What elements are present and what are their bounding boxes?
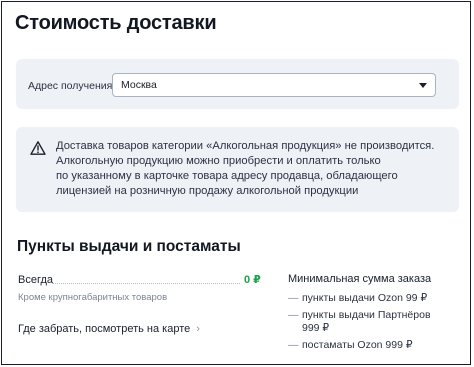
- address-select[interactable]: Москва: [112, 73, 436, 97]
- min-order-item: — пункты выдачи Ozon 99 ₽: [288, 292, 468, 305]
- pickup-section-title: Пункты выдачи и постаматы: [17, 238, 241, 255]
- notice-line: по указанному в карточке товара адресу п…: [56, 170, 398, 182]
- alcohol-notice: Доставка товаров категории «Алкогольная …: [16, 127, 459, 212]
- dash-marker: —: [288, 309, 299, 321]
- notice-line: лицензией на розничную продажу алкогольн…: [56, 185, 359, 197]
- exclusion-note: Кроме крупногабаритных товаров: [18, 292, 168, 303]
- dash-marker: —: [288, 292, 299, 304]
- dotted-leader: [52, 283, 240, 284]
- dash-marker: —: [288, 339, 299, 351]
- min-order-text: постаматы Ozon 999 ₽: [302, 339, 413, 351]
- min-order-text: пункты выдачи Партнёров: [302, 309, 431, 321]
- chevron-down-icon: [419, 83, 427, 88]
- warning-triangle-icon: [30, 141, 46, 155]
- min-order-text: 999 ₽: [302, 322, 330, 334]
- always-label: Всегда: [18, 274, 54, 286]
- min-order-list: — пункты выдачи Ozon 99 ₽ — пункты выдач…: [288, 292, 468, 356]
- notice-line: Алкогольную продукцию можно приобрести и…: [56, 155, 381, 167]
- map-link-label: Где забрать, посмотреть на карте: [18, 323, 191, 335]
- address-panel: Адрес получения Москва: [16, 59, 459, 109]
- min-order-item: — пункты выдачи Партнёров 999 ₽: [288, 309, 468, 335]
- chevron-right-icon: ›: [196, 323, 200, 335]
- free-price: 0 ₽: [244, 274, 261, 286]
- delivery-cost-panel: Стоимость доставки Адрес получения Москв…: [1, 1, 471, 365]
- min-order-text: пункты выдачи Ozon 99 ₽: [302, 292, 428, 304]
- notice-text: Доставка товаров категории «Алкогольная …: [56, 139, 452, 199]
- notice-line: Доставка товаров категории «Алкогольная …: [56, 140, 435, 152]
- min-order-item: — постаматы Ozon 999 ₽: [288, 339, 468, 352]
- address-value: Москва: [121, 79, 157, 91]
- map-link[interactable]: Где забрать, посмотреть на карте ›: [18, 323, 200, 335]
- page-title: Стоимость доставки: [15, 12, 217, 34]
- address-label: Адрес получения: [28, 80, 113, 92]
- min-order-title: Минимальная сумма заказа: [288, 273, 432, 285]
